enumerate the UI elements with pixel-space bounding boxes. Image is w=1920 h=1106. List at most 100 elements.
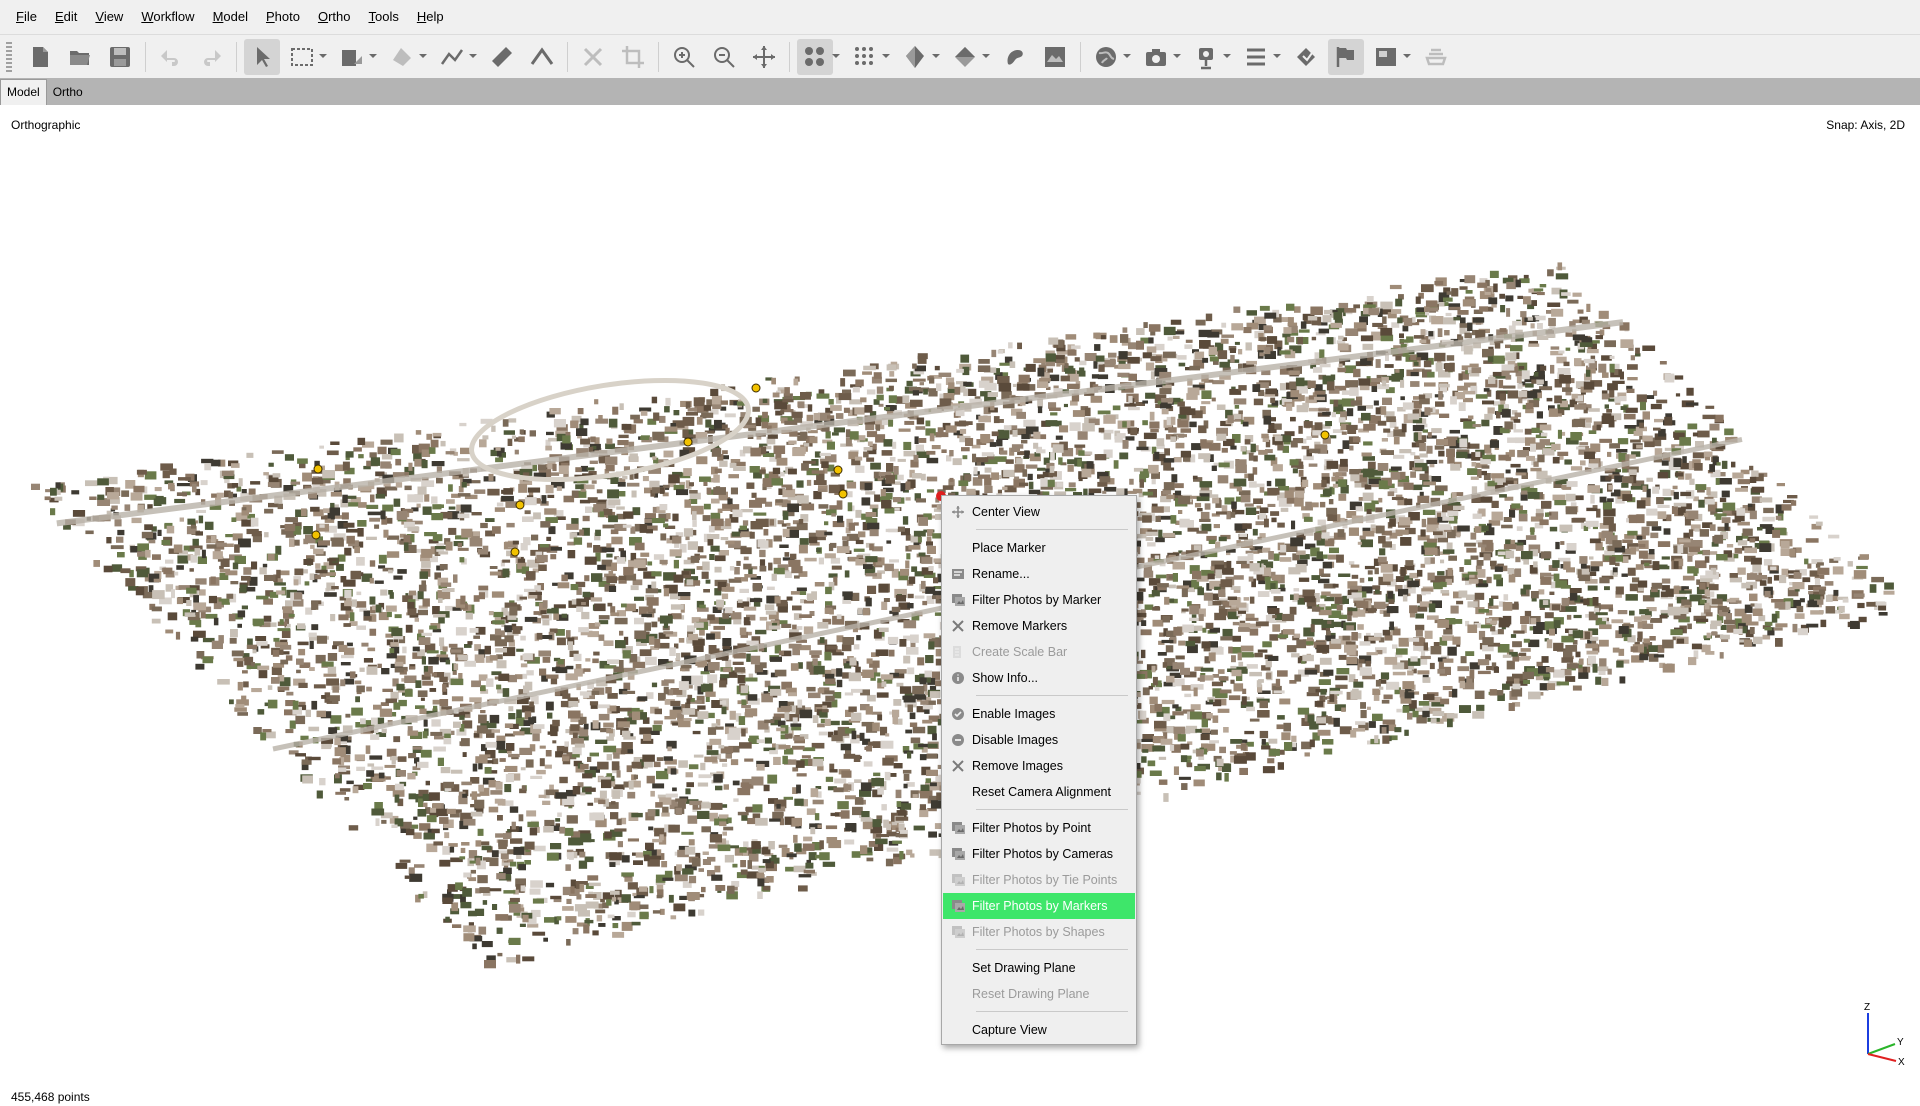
menu-item-capture-view[interactable]: Capture View [943,1017,1135,1043]
dropdown-arrow-icon[interactable] [1123,54,1131,58]
menu-item-remove-markers[interactable]: Remove Markers [943,613,1135,639]
menu-item-filter-photos-by-cameras[interactable]: Filter Photos by Cameras [943,841,1135,867]
camera-button[interactable] [1138,39,1181,75]
angle-button[interactable] [524,39,560,75]
marker-point[interactable] [510,547,520,557]
reset-view-button[interactable] [746,39,782,75]
texture-icon [1007,50,1023,65]
menu-item-rename[interactable]: Rename... [943,561,1135,587]
tiled-model-icon [955,47,975,67]
dropdown-arrow-icon[interactable] [1273,54,1281,58]
ruler-button[interactable] [484,39,520,75]
menu-item-label: Filter Photos by Markers [972,899,1108,913]
dropdown-arrow-icon[interactable] [419,54,427,58]
dropdown-arrow-icon[interactable] [982,54,990,58]
marker-point[interactable] [313,464,323,474]
zoom-in-button[interactable] [666,39,702,75]
dropdown-arrow-icon[interactable] [1223,54,1231,58]
save-icon [110,47,130,67]
dropdown-arrow-icon[interactable] [882,54,890,58]
menu-item-enable-images[interactable]: Enable Images [943,701,1135,727]
filter-photos-icon [952,874,965,886]
marker-point[interactable] [515,500,525,510]
marker-point[interactable] [1320,430,1330,440]
menu-item-reset-camera-alignment[interactable]: Reset Camera Alignment [943,779,1135,805]
dropdown-arrow-icon[interactable] [832,54,840,58]
menu-item-filter-photos-by-point[interactable]: Filter Photos by Point [943,815,1135,841]
marker-point[interactable] [751,383,761,393]
shapes-list-button[interactable] [1238,39,1281,75]
crop-selection-button[interactable] [615,39,651,75]
menu-item-remove-images[interactable]: Remove Images [943,753,1135,779]
toolbar-grip[interactable] [6,42,12,72]
remove-x-icon [952,620,964,632]
zoom-out-button[interactable] [706,39,742,75]
menu-workflow[interactable]: Workflow [132,0,203,34]
menu-item-label: Capture View [972,1023,1047,1037]
tiled-model-button[interactable] [947,39,990,75]
menu-photo[interactable]: Photo [257,0,309,34]
draw-shape-button[interactable] [334,39,377,75]
new-button[interactable] [22,39,58,75]
navigation-arrow-button[interactable] [244,39,280,75]
region-button[interactable] [1418,39,1454,75]
show-cameras-button[interactable] [1188,39,1231,75]
menu-tools[interactable]: Tools [360,0,408,34]
globe-button[interactable] [1088,39,1131,75]
menu-item-set-drawing-plane[interactable]: Set Drawing Plane [943,955,1135,981]
dropdown-arrow-icon[interactable] [932,54,940,58]
marker-point[interactable] [838,489,848,499]
filter-photos-icon [952,822,965,834]
draw-polygon-button[interactable] [384,39,427,75]
toolbar-separator [789,42,790,72]
marker-point[interactable] [833,465,843,475]
marker-point[interactable] [683,437,693,447]
dropdown-arrow-icon[interactable] [319,54,327,58]
menu-view[interactable]: View [86,0,132,34]
marker-point[interactable] [311,530,321,540]
open-icon [70,51,90,65]
open-button[interactable] [62,39,98,75]
menu-ortho[interactable]: Ortho [309,0,360,34]
dropdown-arrow-icon[interactable] [1173,54,1181,58]
menu-item-filter-photos-by-tie-points: Filter Photos by Tie Points [943,867,1135,893]
markers-button[interactable] [1288,39,1324,75]
menu-item-filter-photos-by-marker[interactable]: Filter Photos by Marker [943,587,1135,613]
menu-item-label: Filter Photos by Cameras [972,847,1114,861]
undo-button[interactable] [153,39,189,75]
tab-model[interactable]: Model [0,79,47,105]
menu-item-center-view[interactable]: Center View [943,499,1135,525]
info-icon [952,672,964,684]
redo-button[interactable] [193,39,229,75]
delete-selection-button[interactable] [575,39,611,75]
menu-item-filter-photos-by-markers[interactable]: Filter Photos by Markers [943,893,1135,919]
flags-button[interactable] [1328,39,1364,75]
ruler-polyline-button[interactable] [434,39,477,75]
image-overlay-button[interactable] [1368,39,1411,75]
menu-item-show-info[interactable]: Show Info... [943,665,1135,691]
menu-edit[interactable]: Edit [46,0,86,34]
dropdown-arrow-icon[interactable] [1403,54,1411,58]
menu-item-place-marker[interactable]: Place Marker [943,535,1135,561]
menu-item-disable-images[interactable]: Disable Images [943,727,1135,753]
filter-photos-icon [952,848,965,860]
menu-item-label: Place Marker [972,541,1046,555]
texture-button[interactable] [997,39,1033,75]
point-cloud-button[interactable] [797,39,840,75]
dropdown-arrow-icon[interactable] [469,54,477,58]
model-shaded-button[interactable] [897,39,940,75]
menu-model[interactable]: Model [204,0,257,34]
undo-icon [161,50,178,66]
dense-cloud-button[interactable] [847,39,890,75]
scale-bar-icon [953,646,961,658]
menu-help[interactable]: Help [408,0,453,34]
tab-ortho[interactable]: Ortho [47,80,89,105]
save-button[interactable] [102,39,138,75]
dem-button[interactable] [1037,39,1073,75]
rectangle-selection-button[interactable] [284,39,327,75]
menu-item-label: Center View [972,505,1040,519]
dense-cloud-icon [855,47,873,65]
dropdown-arrow-icon[interactable] [369,54,377,58]
menu-file[interactable]: File [0,0,46,34]
ruler-polyline-icon [440,49,464,65]
